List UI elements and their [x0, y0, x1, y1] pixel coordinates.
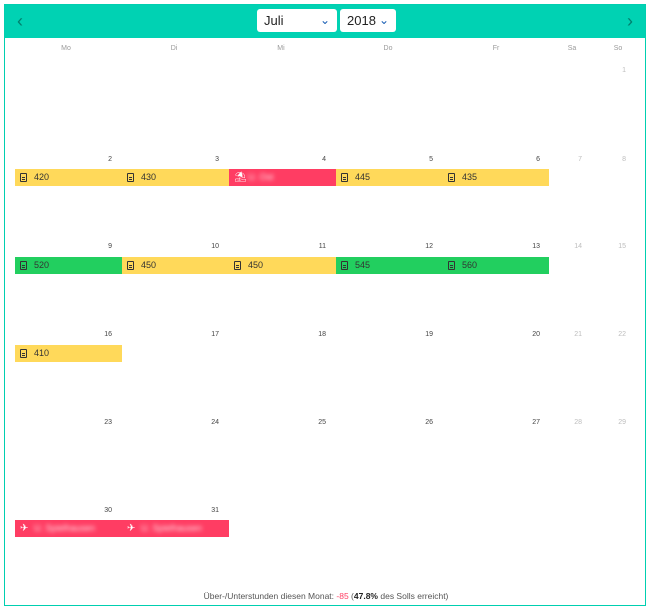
chevron-down-icon: ⌄	[319, 13, 330, 27]
day-number[interactable]: 4	[306, 156, 326, 163]
weekday-header: Mo	[61, 45, 71, 52]
overtime-hours: -85	[336, 591, 349, 601]
weekday-header: Do	[383, 45, 393, 52]
day-number[interactable]: 7	[562, 156, 582, 163]
day-number[interactable]: 30	[92, 507, 112, 514]
day-number[interactable]: 26	[413, 419, 433, 426]
weekday-header: So	[613, 45, 623, 52]
day-number[interactable]: 15	[606, 243, 626, 250]
weekday-header: Fr	[492, 45, 500, 52]
day-number[interactable]: 18	[306, 331, 326, 338]
day-number[interactable]: 31	[199, 507, 219, 514]
day-number[interactable]: 27	[520, 419, 540, 426]
month-select[interactable]: Juli ⌄	[257, 9, 337, 32]
entry-value: 445	[355, 172, 371, 182]
document-icon	[341, 173, 348, 182]
day-number[interactable]: 23	[92, 419, 112, 426]
document-icon	[20, 349, 27, 358]
weekday-header: Sa	[567, 45, 577, 52]
day-number[interactable]: 24	[199, 419, 219, 426]
document-icon	[448, 261, 455, 270]
entry-value: 450	[141, 260, 157, 270]
day-number[interactable]: 5	[413, 156, 433, 163]
time-entry[interactable]: 450	[122, 257, 229, 274]
day-number[interactable]: 29	[606, 419, 626, 426]
absence-entry[interactable]: ✈ U. Spielhausen	[15, 520, 122, 537]
time-entry[interactable]: 450	[229, 257, 336, 274]
next-month-button[interactable]: ›	[620, 11, 640, 31]
year-select-value: 2018	[347, 13, 376, 28]
day-number[interactable]: 3	[199, 156, 219, 163]
absence-label: U. Ost	[248, 172, 274, 182]
absence-label: U. Spielhausen	[34, 523, 96, 533]
absence-entry[interactable]: ✈ U. Spielhausen	[122, 520, 229, 537]
day-number[interactable]: 25	[306, 419, 326, 426]
day-number[interactable]: 17	[199, 331, 219, 338]
overtime-label: Über-/Unterstunden diesen Monat:	[203, 591, 337, 601]
document-icon	[234, 261, 241, 270]
day-number[interactable]: 8	[606, 156, 626, 163]
time-entry[interactable]: 420	[15, 169, 122, 186]
overtime-suffix: des Solls erreicht)	[378, 591, 449, 601]
target-percent: 47.8%	[353, 591, 378, 601]
document-icon	[20, 261, 27, 270]
day-number[interactable]: 13	[520, 243, 540, 250]
chevron-down-icon: ⌄	[378, 13, 389, 27]
beach-umbrella-icon: ⛱	[234, 172, 247, 183]
plane-landing-icon: ✈	[20, 523, 29, 534]
time-entry[interactable]: 430	[122, 169, 229, 186]
entry-value: 410	[34, 348, 50, 358]
day-number[interactable]: 22	[606, 331, 626, 338]
day-number[interactable]: 6	[520, 156, 540, 163]
overtime-summary: Über-/Unterstunden diesen Monat: -85 (47…	[5, 591, 647, 601]
month-select-value: Juli	[264, 13, 284, 28]
year-select[interactable]: 2018 ⌄	[340, 9, 396, 32]
day-number[interactable]: 12	[413, 243, 433, 250]
weekday-header: Di	[170, 45, 178, 52]
day-number[interactable]: 1	[606, 67, 626, 74]
day-number[interactable]: 14	[562, 243, 582, 250]
time-entry[interactable]: 520	[15, 257, 122, 274]
time-entry[interactable]: 435	[443, 169, 549, 186]
document-icon	[448, 173, 455, 182]
time-entry[interactable]: 560	[443, 257, 549, 274]
day-number[interactable]: 20	[520, 331, 540, 338]
entry-value: 450	[248, 260, 264, 270]
absence-label: U. Spielhausen	[141, 523, 203, 533]
day-number[interactable]: 19	[413, 331, 433, 338]
prev-month-button[interactable]: ‹	[10, 11, 30, 31]
time-entry[interactable]: 410	[15, 345, 122, 362]
document-icon	[127, 261, 134, 270]
time-entry[interactable]: 445	[336, 169, 443, 186]
entry-value: 545	[355, 260, 371, 270]
entry-value: 420	[34, 172, 50, 182]
entry-value: 520	[34, 260, 50, 270]
day-number[interactable]: 9	[92, 243, 112, 250]
calendar-widget: ‹ Juli ⌄ 2018 ⌄ › Mo Di Mi Do Fr Sa So 1…	[4, 4, 646, 606]
day-number[interactable]: 16	[92, 331, 112, 338]
day-number[interactable]: 21	[562, 331, 582, 338]
document-icon	[20, 173, 27, 182]
document-icon	[341, 261, 348, 270]
entry-value: 560	[462, 260, 478, 270]
document-icon	[127, 173, 134, 182]
absence-entry[interactable]: ⛱ U. Ost	[229, 169, 336, 186]
entry-value: 435	[462, 172, 478, 182]
day-number[interactable]: 10	[199, 243, 219, 250]
day-number[interactable]: 2	[92, 156, 112, 163]
day-number[interactable]: 28	[562, 419, 582, 426]
day-number[interactable]: 11	[306, 243, 326, 250]
entry-value: 430	[141, 172, 157, 182]
plane-icon: ✈	[127, 523, 136, 534]
weekday-header: Mi	[277, 45, 285, 52]
time-entry[interactable]: 545	[336, 257, 443, 274]
calendar-header: ‹ Juli ⌄ 2018 ⌄ ›	[5, 5, 645, 38]
